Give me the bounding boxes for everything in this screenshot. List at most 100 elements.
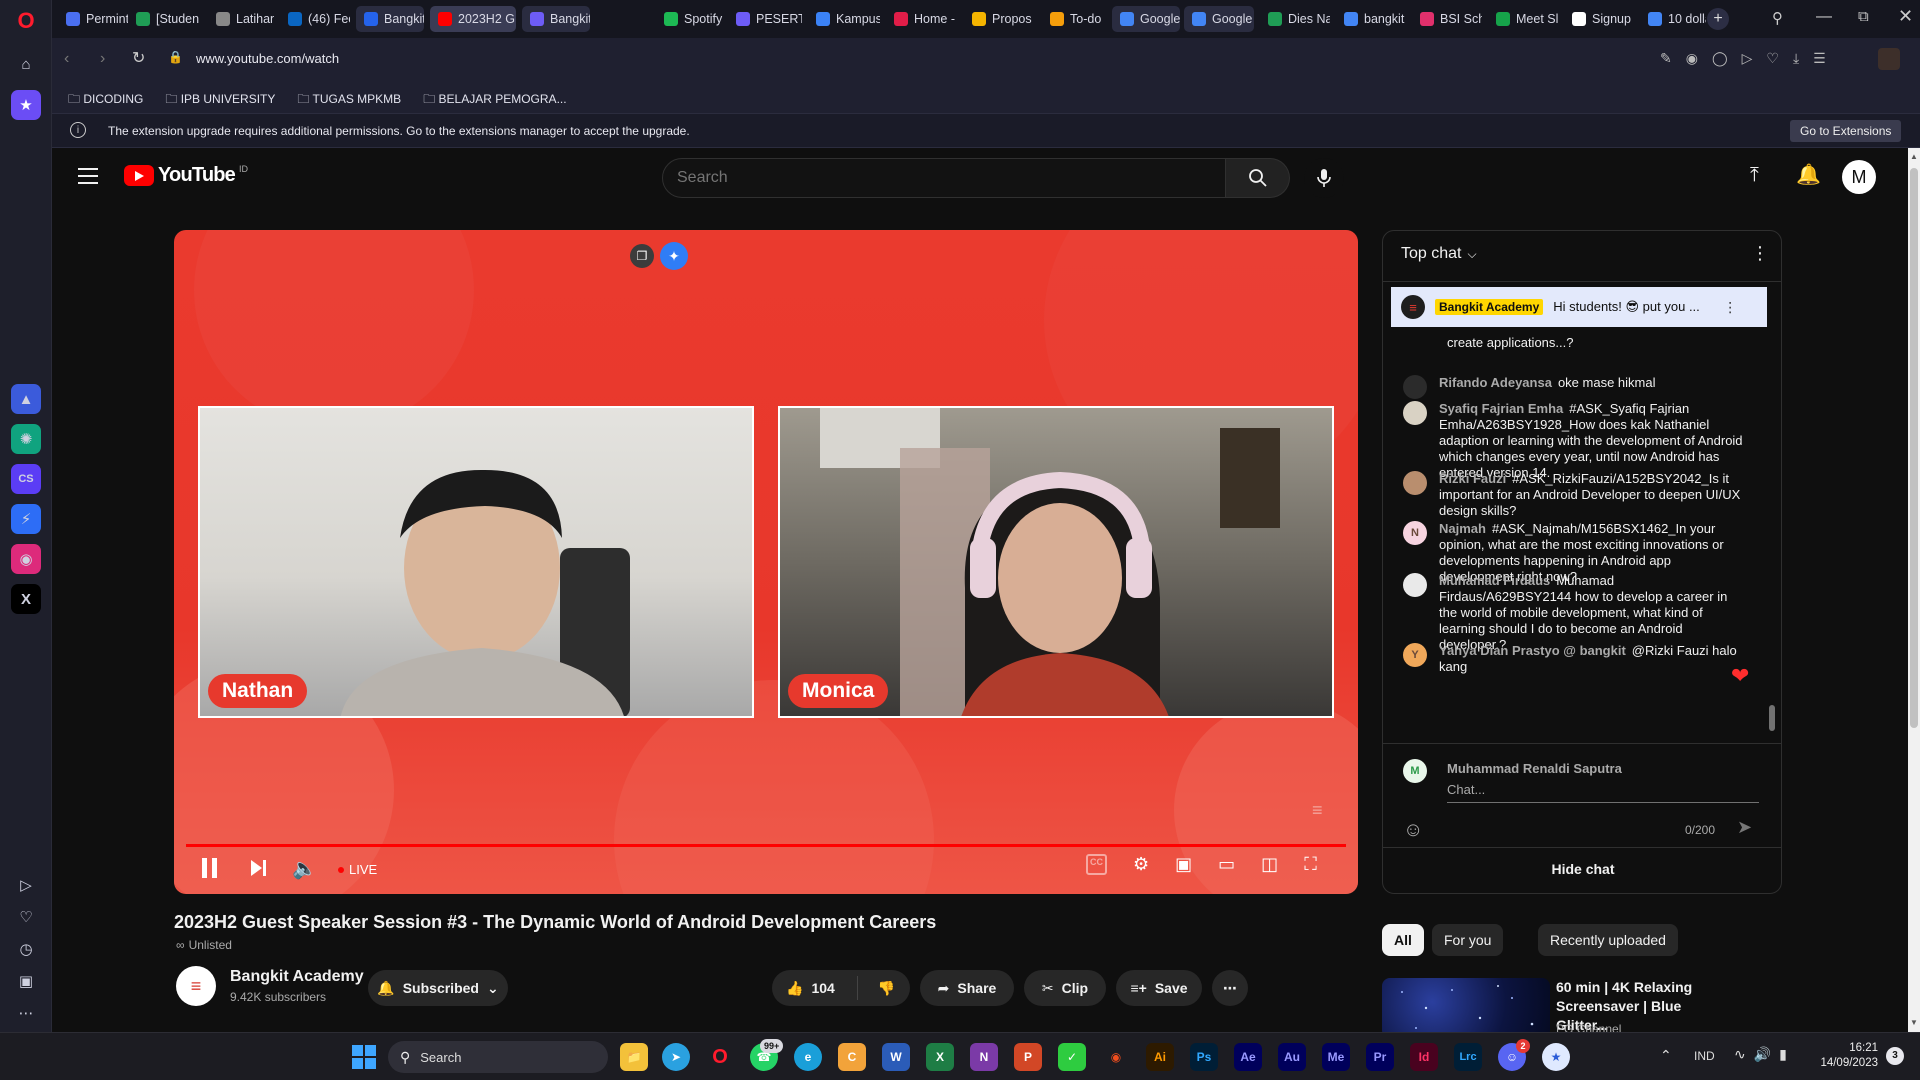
cast-icon[interactable]: ◫ [1261, 854, 1278, 875]
browser-tab[interactable]: Bangkit [522, 6, 590, 32]
browser-tab[interactable]: Home - [886, 6, 960, 32]
youtube-logo[interactable]: YouTube ID [124, 164, 248, 187]
pinned-menu-icon[interactable]: ⋮ [1723, 299, 1737, 316]
opera-logo-icon[interactable]: O [11, 6, 41, 36]
premiere-icon[interactable]: Pr [1366, 1043, 1394, 1071]
browser-tab[interactable]: Latihan [208, 6, 274, 32]
filter-chip[interactable]: For you [1432, 924, 1504, 956]
illustrator-icon[interactable]: Ai [1146, 1043, 1174, 1071]
subscribed-button[interactable]: 🔔 Subscribed ⌄ [368, 970, 508, 1006]
minimize-icon[interactable]: — [1816, 8, 1832, 26]
reload-icon[interactable]: ↻ [132, 48, 145, 68]
browser-tab[interactable]: [Studen [128, 6, 202, 32]
hamburger-menu-icon[interactable] [78, 168, 98, 184]
bookmark-folder[interactable]: 🗀 BELAJAR PEMOGRA... [423, 90, 566, 111]
new-tab-icon[interactable]: + [1707, 8, 1729, 30]
chat-scrollbar[interactable] [1769, 705, 1775, 731]
profile-avatar[interactable] [1878, 48, 1900, 70]
scroll-thumb[interactable] [1910, 168, 1918, 728]
app-star-icon[interactable]: ★ [1542, 1043, 1570, 1071]
browser-tab[interactable]: 2023H2 G [430, 6, 516, 32]
shield-icon[interactable]: ◯ [1712, 50, 1728, 67]
language-indicator[interactable]: IND [1694, 1049, 1715, 1063]
app-green-icon[interactable]: ✓ [1058, 1043, 1086, 1071]
chat-message[interactable]: Syafiq Fajrian Emha #ASK_Syafiq Fajrian E… [1403, 401, 1743, 481]
play-icon[interactable]: ▷ [1742, 50, 1753, 67]
theater-mode-icon[interactable]: ▭ [1218, 854, 1235, 875]
url-field[interactable]: www.youtube.com/watch [196, 51, 339, 66]
app-c-icon[interactable]: C [838, 1043, 866, 1071]
miniplayer-icon[interactable]: ▣ [1175, 854, 1192, 875]
edit-icon[interactable]: ✎ [1660, 50, 1672, 67]
volume-button[interactable]: 🔈 [292, 856, 317, 881]
upload-icon[interactable]: ⤒ [1750, 164, 1759, 187]
clock[interactable]: 16:21 14/09/2023 [1812, 1041, 1878, 1071]
more-actions-button[interactable]: ⋯ [1212, 970, 1248, 1006]
file-explorer-icon[interactable]: 📁 [620, 1043, 648, 1071]
progress-bar[interactable] [186, 844, 1346, 847]
lightroom-classic-icon[interactable]: Lrc [1454, 1043, 1482, 1071]
hide-chat-button[interactable]: Hide chat [1383, 861, 1781, 877]
scroll-down-arrow[interactable]: ▼ [1910, 1018, 1918, 1027]
close-window-icon[interactable]: ✕ [1898, 6, 1913, 27]
browser-tab[interactable]: Google [1112, 6, 1180, 32]
clip-button[interactable]: ✂ Clip [1024, 970, 1106, 1006]
browser-tab[interactable]: 10 dolla [1640, 6, 1706, 32]
pinned-message[interactable]: ≡ Bangkit Academy Hi students! 😎 put you… [1391, 287, 1767, 327]
filter-chip[interactable]: All [1382, 924, 1424, 956]
browser-tab[interactable]: To-do [1042, 6, 1106, 32]
home-icon[interactable]: ⌂ [11, 49, 41, 79]
browser-tab[interactable]: Google [1184, 6, 1254, 32]
save-button[interactable]: ≡+ Save [1116, 970, 1202, 1006]
aria-ai-icon[interactable]: ★ [11, 90, 41, 120]
voice-search-button[interactable] [1304, 158, 1344, 198]
edge-icon[interactable]: e [794, 1043, 822, 1071]
camera-icon[interactable]: ◉ [1686, 50, 1698, 67]
menu-icon[interactable]: ☰ [1813, 50, 1826, 67]
telegram-icon[interactable]: ➤ [662, 1043, 690, 1071]
search-button[interactable] [1226, 158, 1290, 198]
channel-avatar[interactable]: ≡ [176, 966, 216, 1006]
app-icon-1[interactable]: ▲ [11, 384, 41, 414]
onenote-icon[interactable]: N [970, 1043, 998, 1071]
forward-icon[interactable]: › [100, 50, 105, 68]
restore-icon[interactable]: ⧉ [1858, 8, 1869, 25]
excel-icon[interactable]: X [926, 1043, 954, 1071]
notification-count-badge[interactable]: 3 [1886, 1047, 1904, 1065]
browser-tab[interactable]: BSI Sch [1412, 6, 1482, 32]
filter-chip[interactable]: Recently uploaded [1538, 924, 1678, 956]
more-icon[interactable]: ⋯ [11, 998, 41, 1028]
chat-mode-selector[interactable]: Top chat ⌵ [1401, 245, 1477, 263]
word-icon[interactable]: W [882, 1043, 910, 1071]
bookmark-folder[interactable]: 🗀 IPB UNIVERSITY [165, 90, 275, 111]
bookmark-folder[interactable]: 🗀 DICODING [68, 90, 143, 111]
chat-message[interactable]: Y Yahya Dian Prastyo @ bangkit @Rizki Fauz… [1403, 643, 1743, 675]
download-icon[interactable]: ⤓ [1793, 50, 1799, 67]
browser-tab[interactable]: Spotify [656, 6, 724, 32]
account-avatar[interactable]: M [1842, 160, 1876, 194]
copy-icon[interactable]: ❐ [630, 244, 654, 268]
browser-tab[interactable]: Signup [1564, 6, 1634, 32]
media-encoder-icon[interactable]: Me [1322, 1043, 1350, 1071]
chatgpt-icon[interactable]: ✺ [11, 424, 41, 454]
browser-tab[interactable]: Dies Na [1260, 6, 1330, 32]
chat-message[interactable]: Muhamad Firdaus Muhamad Firdaus/A629BSY21… [1403, 573, 1743, 653]
chat-menu-icon[interactable]: ⋮ [1751, 243, 1769, 264]
x-twitter-icon[interactable]: X [11, 584, 41, 614]
scroll-up-arrow[interactable]: ▲ [1910, 152, 1918, 161]
browser-tab[interactable]: Kampus [808, 6, 880, 32]
settings-gear-icon[interactable]: ⚙ [1133, 854, 1149, 875]
history-icon[interactable]: ◷ [11, 934, 41, 964]
bookmark-folder[interactable]: 🗀 TUGAS MPKMB [297, 90, 401, 111]
audition-icon[interactable]: Au [1278, 1043, 1306, 1071]
browser-tab[interactable]: bangkit [1336, 6, 1406, 32]
browser-tab[interactable]: PESERTA [728, 6, 802, 32]
browser-tab[interactable]: Propos [964, 6, 1036, 32]
box-icon[interactable]: ▣ [11, 966, 41, 996]
page-scrollbar[interactable]: ▲ ▼ [1908, 148, 1920, 1032]
go-to-extensions-button[interactable]: Go to Extensions [1790, 120, 1902, 142]
like-button[interactable]: 👍 104 [786, 980, 835, 997]
recommendation-thumbnail[interactable] [1382, 978, 1550, 1032]
windows-start-icon[interactable] [352, 1045, 376, 1069]
chat-message[interactable]: Rizki Fauzi #ASK_RizkiFauzi/A152BSY2042_I… [1403, 471, 1743, 519]
